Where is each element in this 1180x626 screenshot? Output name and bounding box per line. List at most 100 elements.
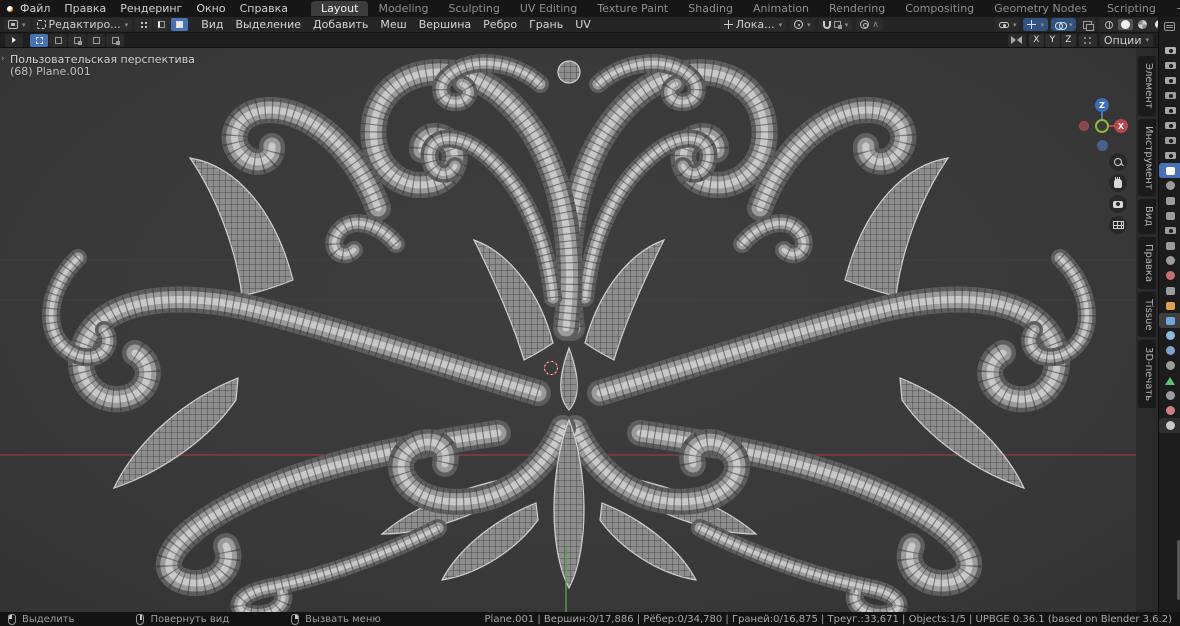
editor-type-selector[interactable]: ▾ [4,18,30,31]
workspace-tab[interactable]: + [1166,1,1180,16]
header-menu-item[interactable]: Добавить [307,18,374,31]
sidebar-tab[interactable]: Вид [1138,199,1156,234]
snapping-selector[interactable]: ▾ [818,18,853,31]
select-extend-button[interactable] [68,33,86,47]
camera-view-button[interactable] [1109,195,1127,213]
modifiers-wrench-tab-icon[interactable] [1159,313,1180,328]
viewlayer-tab-icon[interactable] [1159,73,1180,88]
render-tab-icon[interactable] [1159,43,1180,58]
gizmos-toggle[interactable]: ▾ [1023,18,1048,31]
camera-tab-icon[interactable] [1159,118,1180,133]
ortho-toggle-button[interactable] [1109,216,1127,234]
sliders-tab-icon[interactable] [1159,193,1180,208]
viewport-3d[interactable]: .s1 { stroke:#5e5e5e; stroke-width:26; f… [0,48,1136,612]
tool-tab-icon[interactable] [1159,208,1180,223]
workspace-tab[interactable]: Geometry Nodes [984,1,1097,16]
camera3-tab-icon[interactable] [1159,148,1180,163]
particles-tab-icon[interactable] [1159,328,1180,343]
material-preview-button[interactable] [1135,19,1150,30]
workspace-tab[interactable]: Compositing [895,1,984,16]
toolbar-expand-arrow[interactable]: › [1,54,5,64]
xray-toggle[interactable] [1079,18,1097,31]
workspace-tab[interactable]: UV Editing [510,1,587,16]
scene-props-tab-icon[interactable] [1159,253,1180,268]
material-tab-icon[interactable] [1159,403,1180,418]
workspace-tab[interactable]: Scripting [1097,1,1166,16]
header-menu-item[interactable]: UV [569,18,597,31]
visibility-selector[interactable]: ▾ [994,18,1021,31]
mirror-axis-button[interactable]: Z [1060,33,1076,47]
menu-item[interactable]: Справка [233,1,295,16]
collection-tab-icon[interactable] [1159,283,1180,298]
menu-item[interactable]: Окно [189,1,232,16]
options-dropdown[interactable]: Опции ▾ [1099,33,1153,47]
printer-tab-icon[interactable] [1159,223,1180,238]
mirror-toggle[interactable] [1007,33,1026,47]
sidebar-tab[interactable]: Tissue [1138,291,1156,338]
properties-editor-icon[interactable] [1164,22,1175,31]
menu-item[interactable]: Правка [57,1,113,16]
workspace-tab[interactable]: Layout [311,1,369,16]
links-tab-icon[interactable] [1159,388,1180,403]
workspace-tab[interactable]: Sculpting [439,1,510,16]
gizmo-center[interactable] [1095,119,1109,133]
ornament-mesh[interactable]: .s1 { stroke:#5e5e5e; stroke-width:26; f… [0,48,1136,612]
mirror-axis-button[interactable]: Y [1044,33,1060,47]
header-menu-item[interactable]: Грань [523,18,569,31]
pan-button[interactable] [1109,174,1127,192]
transform-orientation-selector[interactable]: Лока... ▾ [719,18,787,31]
proportional-editing-group[interactable]: ∧ [856,18,883,31]
header-menu-item[interactable]: Выделение [230,18,308,31]
mirror-axis-button[interactable]: X [1028,33,1044,47]
object-tab-icon[interactable] [1159,298,1180,313]
solid-shading-button[interactable] [1118,19,1134,30]
menu-item[interactable]: Рендеринг [113,1,189,16]
proportional-editing-icon [860,20,870,29]
gizmo-negative-x-axis[interactable] [1079,121,1089,131]
zoom-button[interactable] [1109,153,1127,171]
world-tab-icon[interactable] [1159,103,1180,118]
output-tab-icon[interactable] [1159,58,1180,73]
physics-tab-icon[interactable] [1159,343,1180,358]
workspace-tab[interactable]: Modeling [368,1,438,16]
active-tool-button[interactable] [5,33,23,47]
header-menu-item[interactable]: Вершина [413,18,477,31]
overlays-icon [1054,21,1067,30]
sidebar-tab[interactable]: 3D-печать [1138,340,1156,409]
snap-symmetry-button[interactable] [1078,33,1097,47]
images-tab-icon[interactable] [1159,238,1180,253]
eye-tab-icon[interactable] [1159,178,1180,193]
sidebar-tab[interactable]: Элемент [1138,56,1156,116]
select-new-button[interactable] [49,33,67,47]
gizmo-x-axis[interactable]: X [1114,119,1128,133]
face-select-button[interactable] [171,18,189,31]
gizmo-z-axis[interactable]: Z [1095,98,1109,112]
overlays-toggle[interactable]: ▾ [1050,18,1077,31]
menu-item[interactable]: Файл [13,1,57,16]
constraints-tab-icon[interactable] [1159,358,1180,373]
select-intersect-button[interactable] [106,33,124,47]
texture-tab-icon[interactable] [1159,418,1180,433]
select-box-button[interactable] [30,33,48,47]
gizmo-negative-z-axis[interactable] [1097,140,1108,151]
camera2-tab-icon[interactable] [1159,133,1180,148]
workspace-tab[interactable]: Animation [743,1,819,16]
active-screen-tab-icon[interactable] [1159,163,1180,178]
sidebar-tab[interactable]: Инструмент [1138,118,1156,197]
workspace-tab[interactable]: Shading [678,1,743,16]
header-menu-item[interactable]: Ребро [477,18,523,31]
workspace-tab[interactable]: Rendering [819,1,895,16]
header-menu-item[interactable]: Меш [374,18,412,31]
world-props-tab-icon[interactable] [1159,268,1180,283]
vertex-select-button[interactable] [135,18,153,31]
mesh-data-tab-icon[interactable] [1159,373,1180,388]
mode-selector[interactable]: Редактиро... ▾ [32,18,133,31]
header-menu-item[interactable]: Вид [195,18,229,31]
pivot-point-selector[interactable]: ▾ [790,18,815,31]
select-subtract-button[interactable] [87,33,105,47]
edge-select-button[interactable] [153,18,171,31]
workspace-tab[interactable]: Texture Paint [587,1,678,16]
scene-tab-icon[interactable] [1159,88,1180,103]
wireframe-shading-button[interactable] [1101,19,1116,30]
sidebar-tab[interactable]: Правка [1138,236,1156,289]
